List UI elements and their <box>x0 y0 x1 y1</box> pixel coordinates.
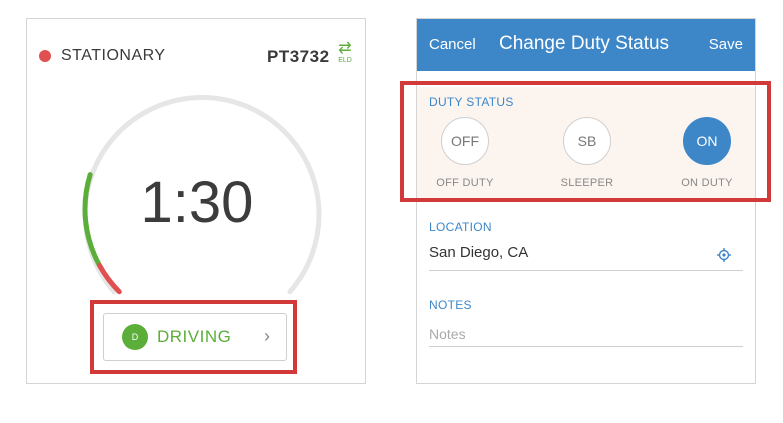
remaining-time: 1:30 <box>140 170 254 235</box>
app-bar: Cancel Change Duty Status Save <box>417 19 755 71</box>
page-title: Change Duty Status <box>499 33 670 54</box>
location-heading: LOCATION <box>429 220 492 234</box>
highlight-duty-status <box>400 81 771 202</box>
notes-heading: NOTES <box>429 298 472 312</box>
cancel-button[interactable]: Cancel <box>429 36 476 53</box>
highlight-driving-button <box>90 300 297 374</box>
gps-target-icon[interactable] <box>717 248 731 262</box>
notes-input[interactable] <box>429 321 743 347</box>
save-button[interactable]: Save <box>709 36 743 53</box>
location-underline <box>429 270 743 271</box>
location-field[interactable]: San Diego, CA <box>429 244 528 261</box>
